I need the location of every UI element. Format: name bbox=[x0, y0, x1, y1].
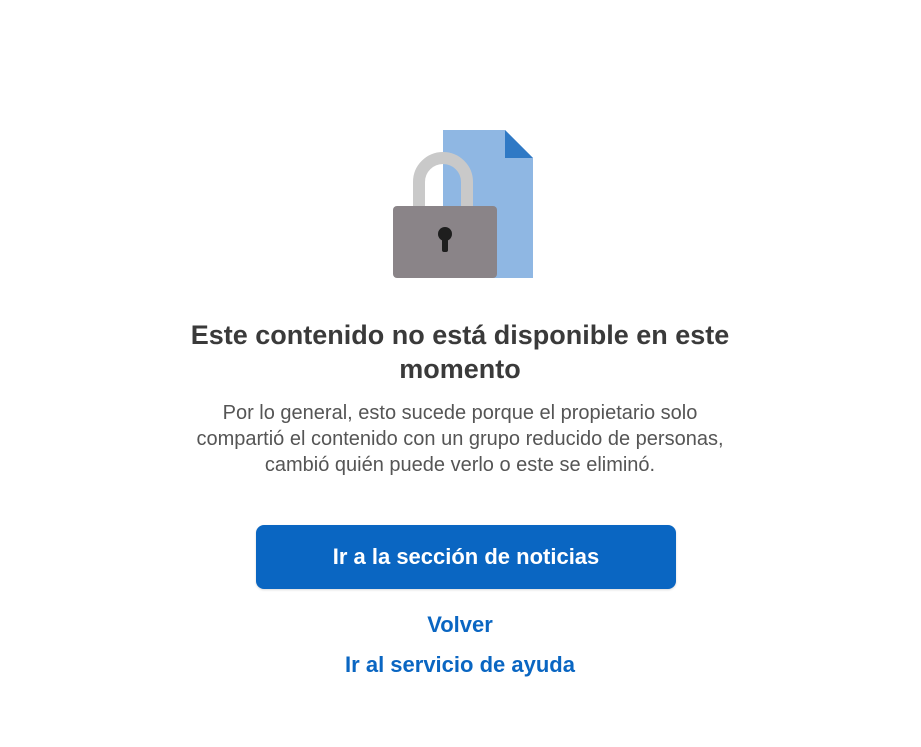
go-to-news-label: Ir a la sección de noticias bbox=[332, 544, 600, 569]
content-unavailable-page: Este contenido no está disponible en est… bbox=[0, 0, 921, 747]
back-link[interactable]: Volver bbox=[260, 612, 660, 638]
description-line-3: cambió quién puede verlo o este se elimi… bbox=[264, 454, 656, 476]
title-line-2: momento bbox=[399, 354, 521, 384]
description-line-1: Por lo general, esto sucede porque el pr… bbox=[222, 402, 698, 424]
help-center-link[interactable]: Ir al servicio de ayuda bbox=[260, 652, 660, 678]
document-fold-icon bbox=[505, 130, 533, 158]
locked-document-icon bbox=[385, 130, 545, 280]
description-line-2: compartió el contenido con un grupo redu… bbox=[196, 428, 724, 450]
go-to-news-button[interactable]: Ir a la sección de noticias bbox=[256, 525, 676, 589]
page-title: Este contenido no está disponible en est… bbox=[140, 318, 780, 386]
title-line-1: Este contenido no está disponible en est… bbox=[190, 320, 730, 350]
description: Por lo general, esto sucede porque el pr… bbox=[100, 400, 820, 478]
